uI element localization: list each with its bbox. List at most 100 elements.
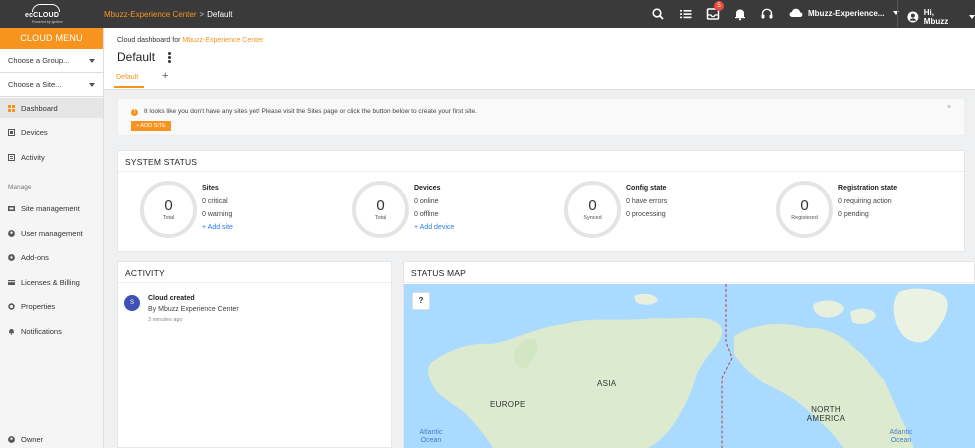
sidebar-item-devices[interactable]: Devices [0,122,103,142]
dashboard-header: Cloud dashboard for Mbuzz-Experience Cen… [104,28,975,90]
user-menu[interactable]: Hi, Mbuzz [907,8,975,26]
breadcrumb-separator: > [199,10,205,19]
dashboard-for-text: Cloud dashboard for [117,37,181,44]
sidebar-item-licenses-billing[interactable]: Licenses & Billing [0,272,103,292]
page-title: Default [117,50,156,64]
registration-state-ring: 0 Registered [776,181,833,238]
stat-line: 0 requiring action [838,198,892,205]
cloud-selector-label: Mbuzz-Experience... [808,8,885,18]
ring-value: 0 [164,197,173,214]
addon-icon [8,253,15,261]
sidebar-item-label: Licenses & Billing [21,277,80,287]
devices-ring: 0 Total [352,181,409,238]
list-icon[interactable] [679,7,693,21]
bell-icon[interactable] [733,7,747,21]
billing-icon [8,279,15,285]
headset-icon[interactable] [760,7,774,21]
ring-value: 0 [588,197,597,214]
sites-ring: 0 Total [140,181,197,238]
activity-icon [8,153,15,161]
user-greeting: Hi, Mbuzz [923,8,949,26]
sidebar-item-label: Notifications [21,326,62,336]
active-tab-indicator [114,86,144,88]
logo-text: ecCLOUD [24,12,61,19]
world-map[interactable]: ? ASIA EUROPE NORTH AMERICA Atlantic Oce… [404,284,975,448]
dashboard-icon [8,104,15,112]
sites-stat: 0 Total Sites 0 critical 0 warning + Add… [140,181,350,241]
stat-line: 0 offline [414,211,439,218]
activity-title-text: Cloud created [148,295,195,302]
avatar: S [124,295,140,311]
ring-label: Total [162,215,175,221]
sidebar-item-label: Activity [21,152,45,162]
stat-heading: Devices [414,185,441,192]
logo-subtext: Powered by Ignition [32,20,63,24]
sidebar-item-owner[interactable]: Owner [0,429,103,448]
tab-default[interactable]: Default [116,74,138,81]
stat-heading: Registration state [838,185,898,192]
sidebar-item-user-management[interactable]: User management [0,223,103,243]
status-map-title: STATUS MAP [411,268,467,278]
registration-state-stat: 0 Registered Registration state 0 requir… [776,181,975,241]
notification-count-badge: 5 [714,1,724,11]
panel-divider [404,282,974,283]
sidebar-item-label: User management [21,228,83,238]
add-device-link[interactable]: + Add device [414,221,454,234]
sidebar-item-label: Site management [21,203,80,213]
add-site-button[interactable]: + ADD SITE [131,121,171,131]
alert-message: It looks like you don't have any sites y… [144,108,477,115]
cloud-selector-dropdown[interactable]: Mbuzz-Experience... [789,8,900,18]
system-status-panel: SYSTEM STATUS 0 Total Sites 0 critical 0… [117,150,965,252]
add-site-link[interactable]: + Add site [202,221,233,234]
group-select-value: Choose a Group... [8,56,70,65]
activity-timestamp: 3 minutes ago [148,317,183,323]
sidebar-item-add-ons[interactable]: Add-ons [0,247,103,267]
more-options-icon[interactable] [168,52,171,64]
panel-divider [118,171,964,172]
stat-heading: Sites [202,185,219,192]
sidebar-item-dashboard[interactable]: Dashboard [0,98,103,118]
stat-details: Sites 0 critical 0 warning + Add site [202,182,233,234]
activity-author: By Mbuzz Experience Center [148,306,239,313]
ring-label: Registered [791,215,818,221]
warning-icon: ! [131,109,138,116]
sidebar-item-label: Properties [21,301,56,311]
stat-line: 0 processing [626,211,666,218]
stat-line: 0 pending [838,211,869,218]
ring-value: 0 [376,197,385,214]
sidebar: CLOUD MENU Choose a Group... Choose a Si… [0,28,104,448]
add-tab-button[interactable]: + [162,70,168,82]
ring-label: Synced [583,215,602,221]
device-icon [8,128,15,136]
breadcrumb-current: Default [207,10,233,19]
map-canvas [404,284,975,448]
chevron-down-icon [89,82,95,87]
system-status-title: SYSTEM STATUS [125,157,198,167]
map-label-asia: ASIA [597,379,617,388]
ec-cloud-logo[interactable]: ecCLOUD Powered by Ignition [22,3,82,25]
sidebar-item-activity[interactable]: Activity [0,147,103,167]
stat-line: 0 online [414,198,439,205]
breadcrumb-cloud-link[interactable]: Mbuzz-Experience Center [104,10,196,19]
site-select[interactable]: Choose a Site... [0,73,103,97]
group-select[interactable]: Choose a Group... [0,49,103,73]
cloud-link[interactable]: Mbuzz-Experience Center [182,37,263,44]
user-icon [907,11,919,23]
cloud-menu-header[interactable]: CLOUD MENU [0,28,103,49]
stat-details: Registration state 0 requiring action 0 … [838,182,897,221]
site-select-value: Choose a Site... [8,80,62,89]
stat-details: Config state 0 have errors 0 processing [626,182,667,221]
map-help-button[interactable]: ? [412,292,430,310]
dashboard-for-line: Cloud dashboard for Mbuzz-Experience Cen… [117,37,263,44]
user-icon [8,435,15,443]
sidebar-item-label: Add-ons [21,252,49,262]
sidebar-item-notifications[interactable]: Notifications [0,321,103,341]
sidebar-item-site-management[interactable]: Site management [0,198,103,218]
breadcrumb: Mbuzz-Experience Center > Default [104,10,233,19]
sidebar-item-label: Devices [21,127,48,137]
bell-icon [9,328,14,335]
close-icon[interactable]: × [947,104,951,111]
sites-icon [8,205,15,211]
sidebar-item-properties[interactable]: Properties [0,296,103,316]
search-icon[interactable] [651,7,665,21]
